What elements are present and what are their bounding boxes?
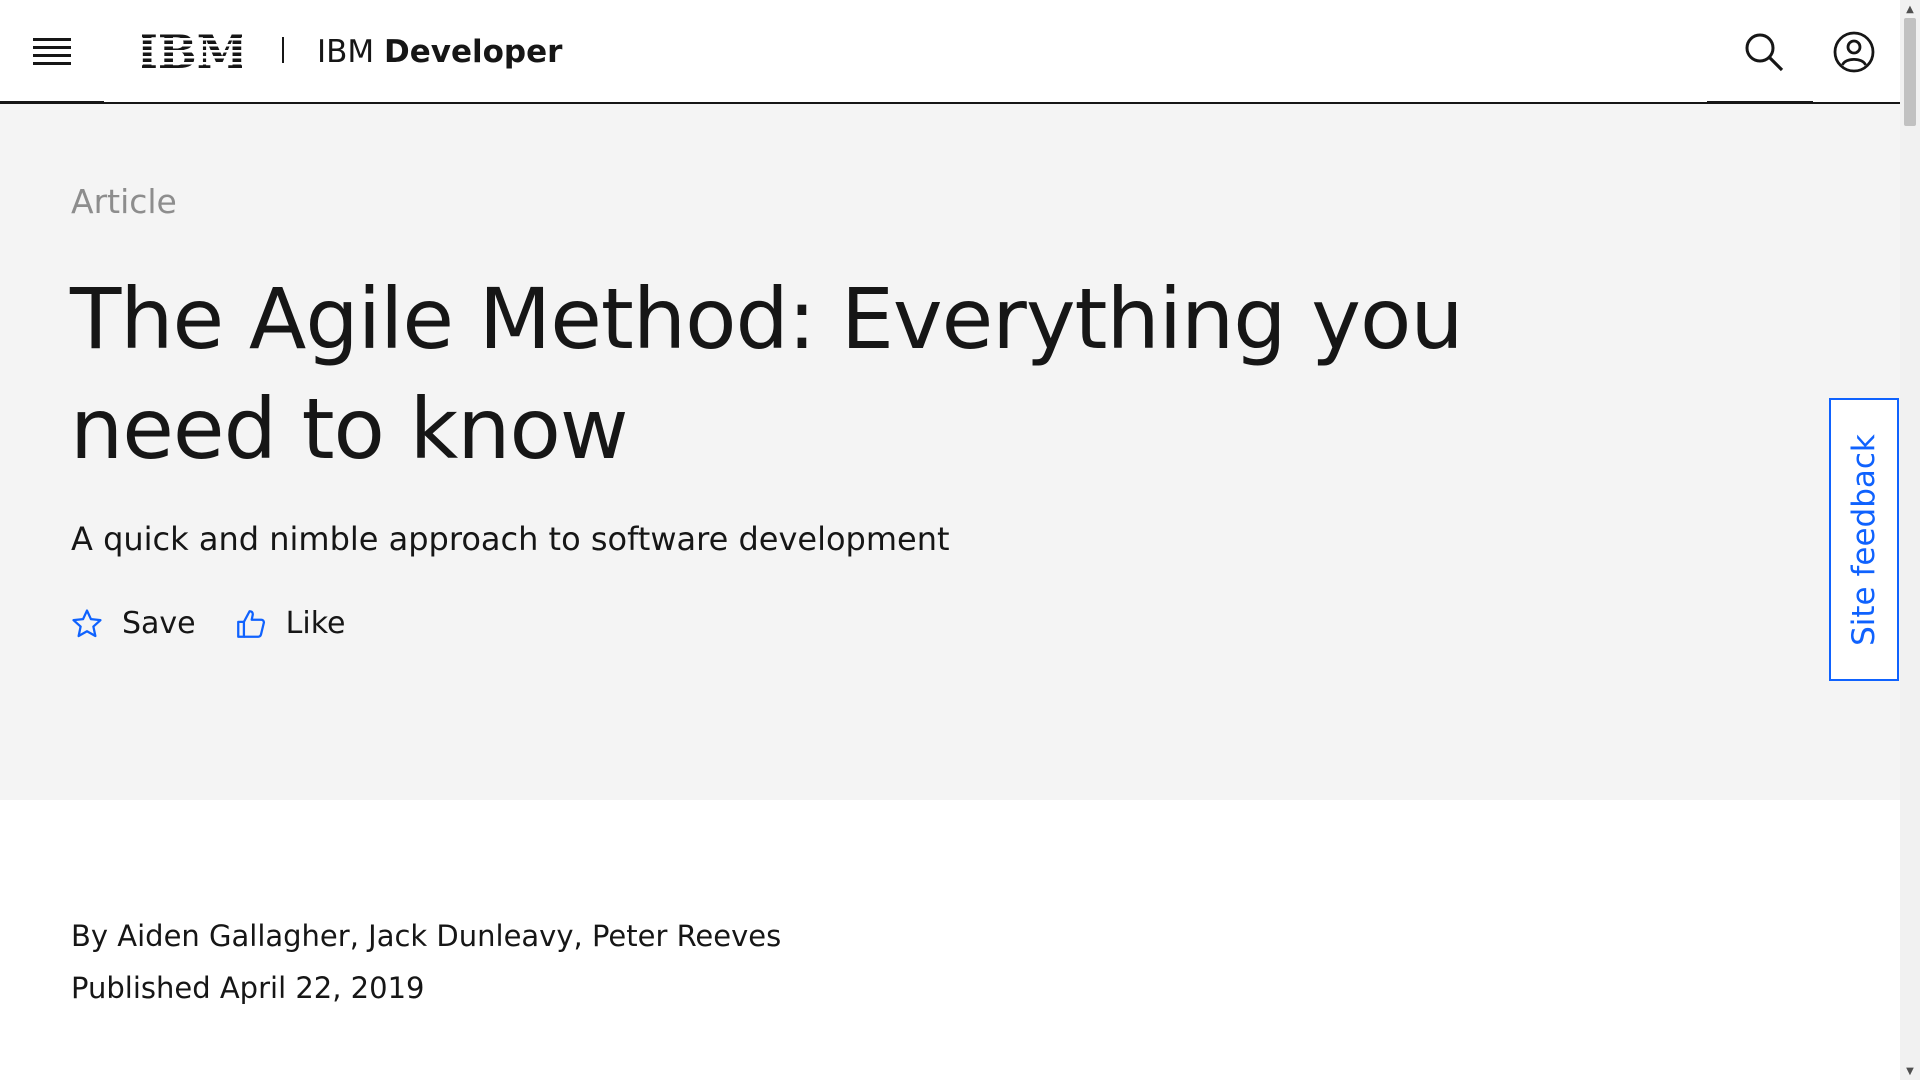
brand-name[interactable]: IBM Developer	[317, 32, 562, 72]
ibm-logo[interactable]: IBM	[136, 25, 247, 79]
thumbs-up-icon	[236, 609, 265, 638]
site-feedback-button[interactable]: Site feedback	[1829, 398, 1899, 681]
star-icon	[72, 608, 102, 637]
scroll-up-arrow[interactable]: ▲	[1900, 0, 1920, 18]
article-meta: By Aiden Gallagher, Jack Dunleavy, Peter…	[71, 910, 781, 1014]
page-subtitle: A quick and nimble approach to software …	[71, 520, 950, 558]
article-published-date: Published April 22, 2019	[71, 971, 425, 1005]
svg-text:IBM: IBM	[142, 28, 242, 72]
like-button[interactable]: Like	[234, 606, 346, 641]
user-account-button[interactable]	[1828, 26, 1880, 78]
ibm-logo-mark: IBM	[136, 25, 247, 79]
search-icon	[1745, 33, 1784, 72]
scroll-down-arrow[interactable]: ▼	[1900, 1062, 1920, 1080]
brand-prefix: IBM	[317, 34, 385, 70]
hamburger-menu-icon	[33, 38, 71, 65]
site-header: IBM IBM Developer	[0, 0, 1900, 105]
search-button[interactable]	[1738, 26, 1790, 78]
brand-product: Developer	[384, 34, 563, 70]
menu-button[interactable]	[24, 26, 80, 78]
save-label: Save	[122, 606, 196, 641]
scroll-thumb[interactable]	[1904, 18, 1916, 126]
site-feedback-label: Site feedback	[1846, 433, 1882, 646]
save-button[interactable]: Save	[70, 606, 196, 641]
article-authors: By Aiden Gallagher, Jack Dunleavy, Peter…	[71, 919, 782, 953]
article-actions: Save Like	[70, 606, 345, 641]
page-scrollbar[interactable]: ▲ ▼	[1900, 0, 1920, 1080]
brand-separator	[282, 37, 284, 63]
like-label: Like	[285, 606, 346, 641]
page-title: The Agile Method: Everything you need to…	[70, 270, 1464, 478]
article-hero: Article The Agile Method: Everything you…	[0, 104, 1900, 800]
content-type-label: Article	[71, 182, 177, 221]
user-avatar-icon	[1833, 31, 1875, 73]
